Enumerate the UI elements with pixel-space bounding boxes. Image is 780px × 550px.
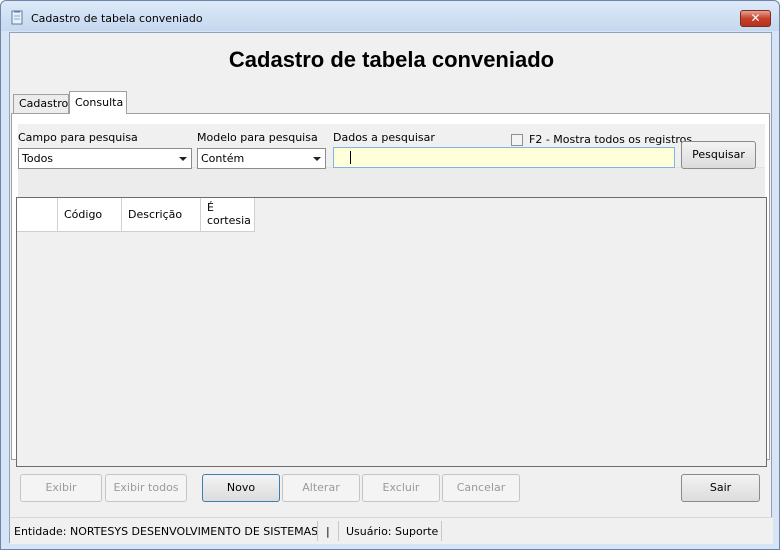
status-divider bbox=[441, 521, 442, 541]
campo-select[interactable]: Todos bbox=[18, 148, 192, 169]
pesquisar-button-label: Pesquisar bbox=[692, 148, 745, 161]
dados-input[interactable] bbox=[333, 147, 675, 168]
status-bar: Entidade: NORTESYS DESENVOLVIMENTO DE SI… bbox=[10, 517, 773, 544]
alterar-button[interactable]: Alterar bbox=[282, 474, 360, 502]
modelo-label: Modelo para pesquisa bbox=[197, 131, 318, 144]
status-divider bbox=[317, 521, 318, 541]
tab-cadastro[interactable]: Cadastro bbox=[13, 94, 69, 114]
campo-label: Campo para pesquisa bbox=[18, 131, 138, 144]
chevron-down-icon bbox=[179, 157, 187, 161]
window-title: Cadastro de tabela conveniado bbox=[31, 12, 203, 25]
close-button[interactable]: ✕ bbox=[740, 10, 771, 27]
document-icon bbox=[11, 10, 23, 25]
page-title: Cadastro de tabela conveniado bbox=[228, 47, 555, 72]
status-divider bbox=[338, 521, 339, 541]
results-grid[interactable]: Código Descrição É cortesia bbox=[16, 197, 767, 467]
column-header-codigo[interactable]: Código bbox=[58, 198, 122, 232]
grid-row-selector-header bbox=[17, 198, 58, 232]
pesquisar-button[interactable]: Pesquisar bbox=[681, 141, 756, 169]
exibir-button[interactable]: Exibir bbox=[20, 474, 102, 502]
status-separator-text: | bbox=[326, 525, 330, 538]
modelo-select-value: Contém bbox=[201, 152, 245, 165]
f2-label: F2 - Mostra todos os registros bbox=[529, 133, 693, 146]
status-entidade: Entidade: NORTESYS DESENVOLVIMENTO DE SI… bbox=[14, 525, 319, 538]
column-header-descricao[interactable]: Descrição bbox=[122, 198, 201, 232]
title-bar[interactable]: Cadastro de tabela conveniado ✕ bbox=[1, 1, 779, 31]
exibir-todos-button[interactable]: Exibir todos bbox=[105, 474, 187, 502]
tab-label: Consulta bbox=[75, 96, 124, 109]
modelo-select[interactable]: Contém bbox=[197, 148, 326, 169]
novo-button[interactable]: Novo bbox=[202, 474, 280, 502]
form-client-area: Cadastro de tabela conveniado Cadastro C… bbox=[9, 32, 773, 544]
search-panel: Campo para pesquisa Todos Modelo para pe… bbox=[18, 124, 765, 204]
f2-checkbox[interactable] bbox=[511, 134, 523, 146]
tab-label: Cadastro bbox=[19, 97, 69, 110]
excluir-button[interactable]: Excluir bbox=[362, 474, 440, 502]
chevron-down-icon bbox=[313, 157, 321, 161]
dados-label: Dados a pesquisar bbox=[333, 131, 435, 144]
sair-button[interactable]: Sair bbox=[681, 474, 760, 502]
close-icon: ✕ bbox=[750, 11, 761, 25]
text-caret bbox=[350, 151, 351, 164]
cancelar-button[interactable]: Cancelar bbox=[442, 474, 520, 502]
tab-consulta[interactable]: Consulta bbox=[69, 91, 127, 114]
campo-select-value: Todos bbox=[22, 152, 54, 165]
app-window: Cadastro de tabela conveniado ✕ Cadastro… bbox=[0, 0, 780, 550]
status-usuario: Usuário: Suporte bbox=[346, 525, 439, 538]
column-header-cortesia[interactable]: É cortesia bbox=[201, 198, 255, 232]
